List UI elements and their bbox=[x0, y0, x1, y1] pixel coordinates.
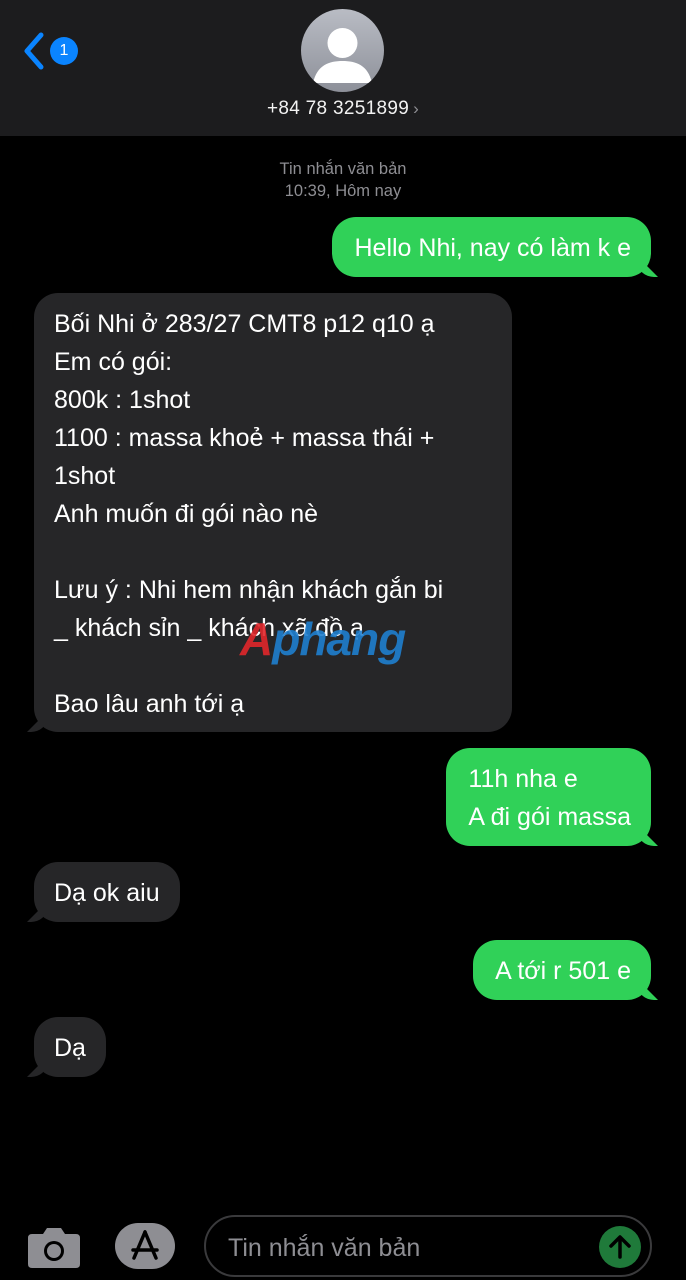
message-type-label: Tin nhắn văn bản bbox=[279, 160, 407, 178]
camera-icon[interactable] bbox=[26, 1220, 82, 1272]
incoming-message-bubble[interactable]: Bối Nhi ở 283/27 CMT8 p12 q10 ạ Em có gó… bbox=[34, 293, 512, 732]
back-button[interactable]: 1 bbox=[22, 30, 78, 72]
thread-timestamp: Tin nhắn văn bản 10:39, Hôm nay bbox=[0, 158, 686, 202]
message-input-field[interactable] bbox=[204, 1215, 652, 1277]
outgoing-message-bubble[interactable]: Hello Nhi, nay có làm k e bbox=[332, 217, 651, 277]
contact-name-button[interactable]: +84 78 3251899 › bbox=[0, 98, 686, 120]
send-button[interactable] bbox=[599, 1226, 641, 1268]
incoming-message-bubble[interactable]: Dạ bbox=[34, 1017, 106, 1077]
message-time: 10:39, Hôm nay bbox=[284, 182, 402, 200]
unread-badge: 1 bbox=[50, 37, 78, 65]
contact-name: +84 78 3251899 bbox=[266, 98, 410, 119]
incoming-message-bubble[interactable]: Dạ ok aiu bbox=[34, 862, 180, 922]
person-icon bbox=[313, 28, 372, 83]
conversation-header: 1 +84 78 3251899 › bbox=[0, 0, 686, 136]
message-text-input[interactable] bbox=[226, 1225, 590, 1271]
contact-avatar[interactable] bbox=[301, 9, 384, 92]
chevron-right-icon: › bbox=[413, 99, 420, 118]
app-store-icon[interactable] bbox=[114, 1222, 176, 1270]
arrow-up-icon bbox=[609, 1235, 631, 1259]
chevron-left-icon bbox=[24, 32, 44, 70]
outgoing-message-bubble[interactable]: A tới r 501 e bbox=[473, 940, 651, 1000]
outgoing-message-bubble[interactable]: 11h nha e A đi gói massa bbox=[446, 748, 651, 846]
watermark-logo: Aphang bbox=[240, 613, 406, 665]
